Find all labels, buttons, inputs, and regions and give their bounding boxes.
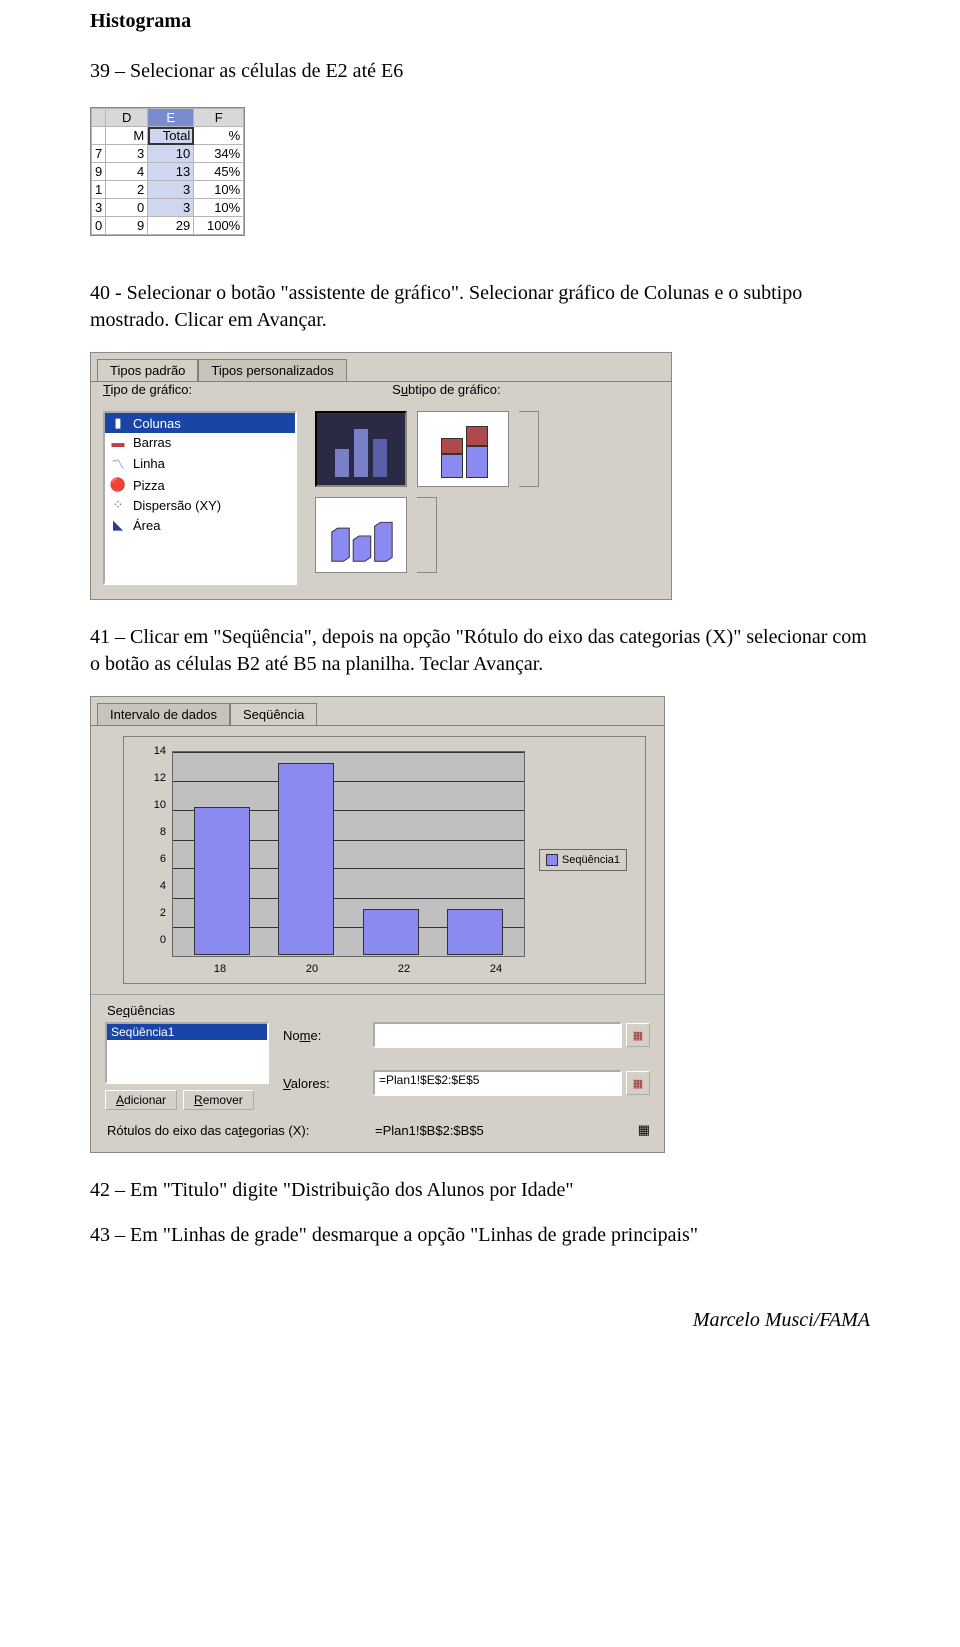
tab-sequence[interactable]: Seqüência xyxy=(230,703,317,725)
subtype-thumb-3[interactable] xyxy=(519,411,539,487)
ytick: 4 xyxy=(146,880,166,892)
pie-chart-icon: 🔴 xyxy=(109,477,127,493)
subtype-thumb-5[interactable] xyxy=(417,497,437,573)
chart-legend: Seqüência1 xyxy=(539,849,627,871)
bar-4 xyxy=(447,909,503,955)
ref-picker-button[interactable]: ▦ xyxy=(626,1023,650,1047)
cell-head-pct: % xyxy=(194,127,244,145)
tab-data-range[interactable]: Intervalo de dados xyxy=(97,703,230,725)
add-series-button[interactable]: Adicionar xyxy=(105,1090,177,1110)
cell-head-m: M xyxy=(106,127,148,145)
category-axis-label: Rótulos do eixo das categorias (X): xyxy=(107,1123,367,1138)
bar-chart-icon: ▬ xyxy=(109,435,127,450)
label-chart-type: Tipo de gráfico: xyxy=(103,382,192,397)
spreadsheet-screenshot: D E F M Total % 7 3 10 34% 9 4 13 45% 1 … xyxy=(90,107,245,236)
range-picker-icon: ▦ xyxy=(638,1122,650,1137)
bar-1 xyxy=(194,807,250,955)
name-label: Nome: xyxy=(283,1028,373,1043)
column-chart-icon: ▮ xyxy=(109,415,127,431)
range-picker-icon: ▦ xyxy=(633,1077,643,1090)
series-item-1[interactable]: Seqüência1 xyxy=(107,1024,267,1040)
category-axis-input[interactable]: =Plan1!$B$2:$B$5 xyxy=(375,1123,630,1138)
ref-picker-button[interactable]: ▦ xyxy=(626,1071,650,1095)
tab-custom-types[interactable]: Tipos personalizados xyxy=(198,359,346,381)
bar-2 xyxy=(278,763,334,955)
tab-standard-types[interactable]: Tipos padrão xyxy=(97,359,198,381)
ref-picker-button[interactable]: ▦ xyxy=(638,1122,650,1138)
chart-plot-area xyxy=(172,751,525,957)
line-chart-icon: 〽 xyxy=(109,454,127,473)
label-chart-subtype: Subtipo de gráfico: xyxy=(392,382,500,397)
ytick: 2 xyxy=(146,907,166,919)
series-values-input[interactable]: =Plan1!$E$2:$E$5 xyxy=(373,1070,622,1096)
col-header-d: D xyxy=(106,109,148,127)
area-chart-icon: ◣ xyxy=(109,517,127,533)
bar-3 xyxy=(363,909,419,955)
subtype-thumb-stacked-column[interactable] xyxy=(417,411,509,487)
step-39: 39 – Selecionar as células de E2 até E6 xyxy=(90,58,870,85)
series-name-input[interactable] xyxy=(373,1022,622,1048)
type-item-dispersao[interactable]: ⁘ Dispersão (XY) xyxy=(105,495,295,515)
subtype-thumb-clustered-column[interactable] xyxy=(315,411,407,487)
ytick: 0 xyxy=(146,934,166,946)
type-item-pizza[interactable]: 🔴 Pizza xyxy=(105,475,295,495)
chart-wizard-source-dialog: Intervalo de dados Seqüência 14 12 10 8 … xyxy=(90,696,665,1153)
ytick: 8 xyxy=(146,826,166,838)
remove-series-button[interactable]: Remover xyxy=(183,1090,254,1110)
legend-swatch-icon xyxy=(546,854,558,866)
step-42: 42 – Em "Titulo" digite "Distribuição do… xyxy=(90,1177,870,1204)
ytick: 14 xyxy=(146,745,166,757)
type-item-linha[interactable]: 〽 Linha xyxy=(105,452,295,475)
subtype-thumb-3d-column[interactable] xyxy=(315,497,407,573)
xtick: 18 xyxy=(214,963,226,975)
series-listbox[interactable]: Seqüência1 xyxy=(105,1022,269,1084)
range-picker-icon: ▦ xyxy=(633,1029,643,1042)
ytick: 12 xyxy=(146,772,166,784)
xtick: 24 xyxy=(490,963,502,975)
xtick: 22 xyxy=(398,963,410,975)
chart-wizard-type-dialog: Tipos padrão Tipos personalizados Tipo d… xyxy=(90,352,672,600)
step-40: 40 - Selecionar o botão "assistente de g… xyxy=(90,280,870,334)
values-label: Valores: xyxy=(283,1076,373,1091)
step-43: 43 – Em "Linhas de grade" desmarque a op… xyxy=(90,1222,870,1249)
ytick: 6 xyxy=(146,853,166,865)
type-item-colunas[interactable]: ▮ Colunas xyxy=(105,413,295,433)
type-item-barras[interactable]: ▬ Barras xyxy=(105,433,295,452)
page-title: Histograma xyxy=(90,10,870,33)
chart-type-listbox[interactable]: ▮ Colunas ▬ Barras 〽 Linha 🔴 Pizza ⁘ Dis… xyxy=(103,411,297,585)
scatter-chart-icon: ⁘ xyxy=(109,497,127,513)
sequences-label: Seqüências xyxy=(105,999,650,1022)
type-item-area[interactable]: ◣ Área xyxy=(105,515,295,535)
ytick: 10 xyxy=(146,799,166,811)
chart-preview: 14 12 10 8 6 4 2 0 18 20 22 24 Seqüê xyxy=(123,736,646,984)
step-41: 41 – Clicar em "Seqüência", depois na op… xyxy=(90,624,870,678)
cell-head-total: Total xyxy=(148,127,194,145)
xtick: 20 xyxy=(306,963,318,975)
footer-credit: Marcelo Musci/FAMA xyxy=(90,1309,870,1332)
col-header-f: F xyxy=(194,109,244,127)
col-header-e: E xyxy=(148,109,194,127)
